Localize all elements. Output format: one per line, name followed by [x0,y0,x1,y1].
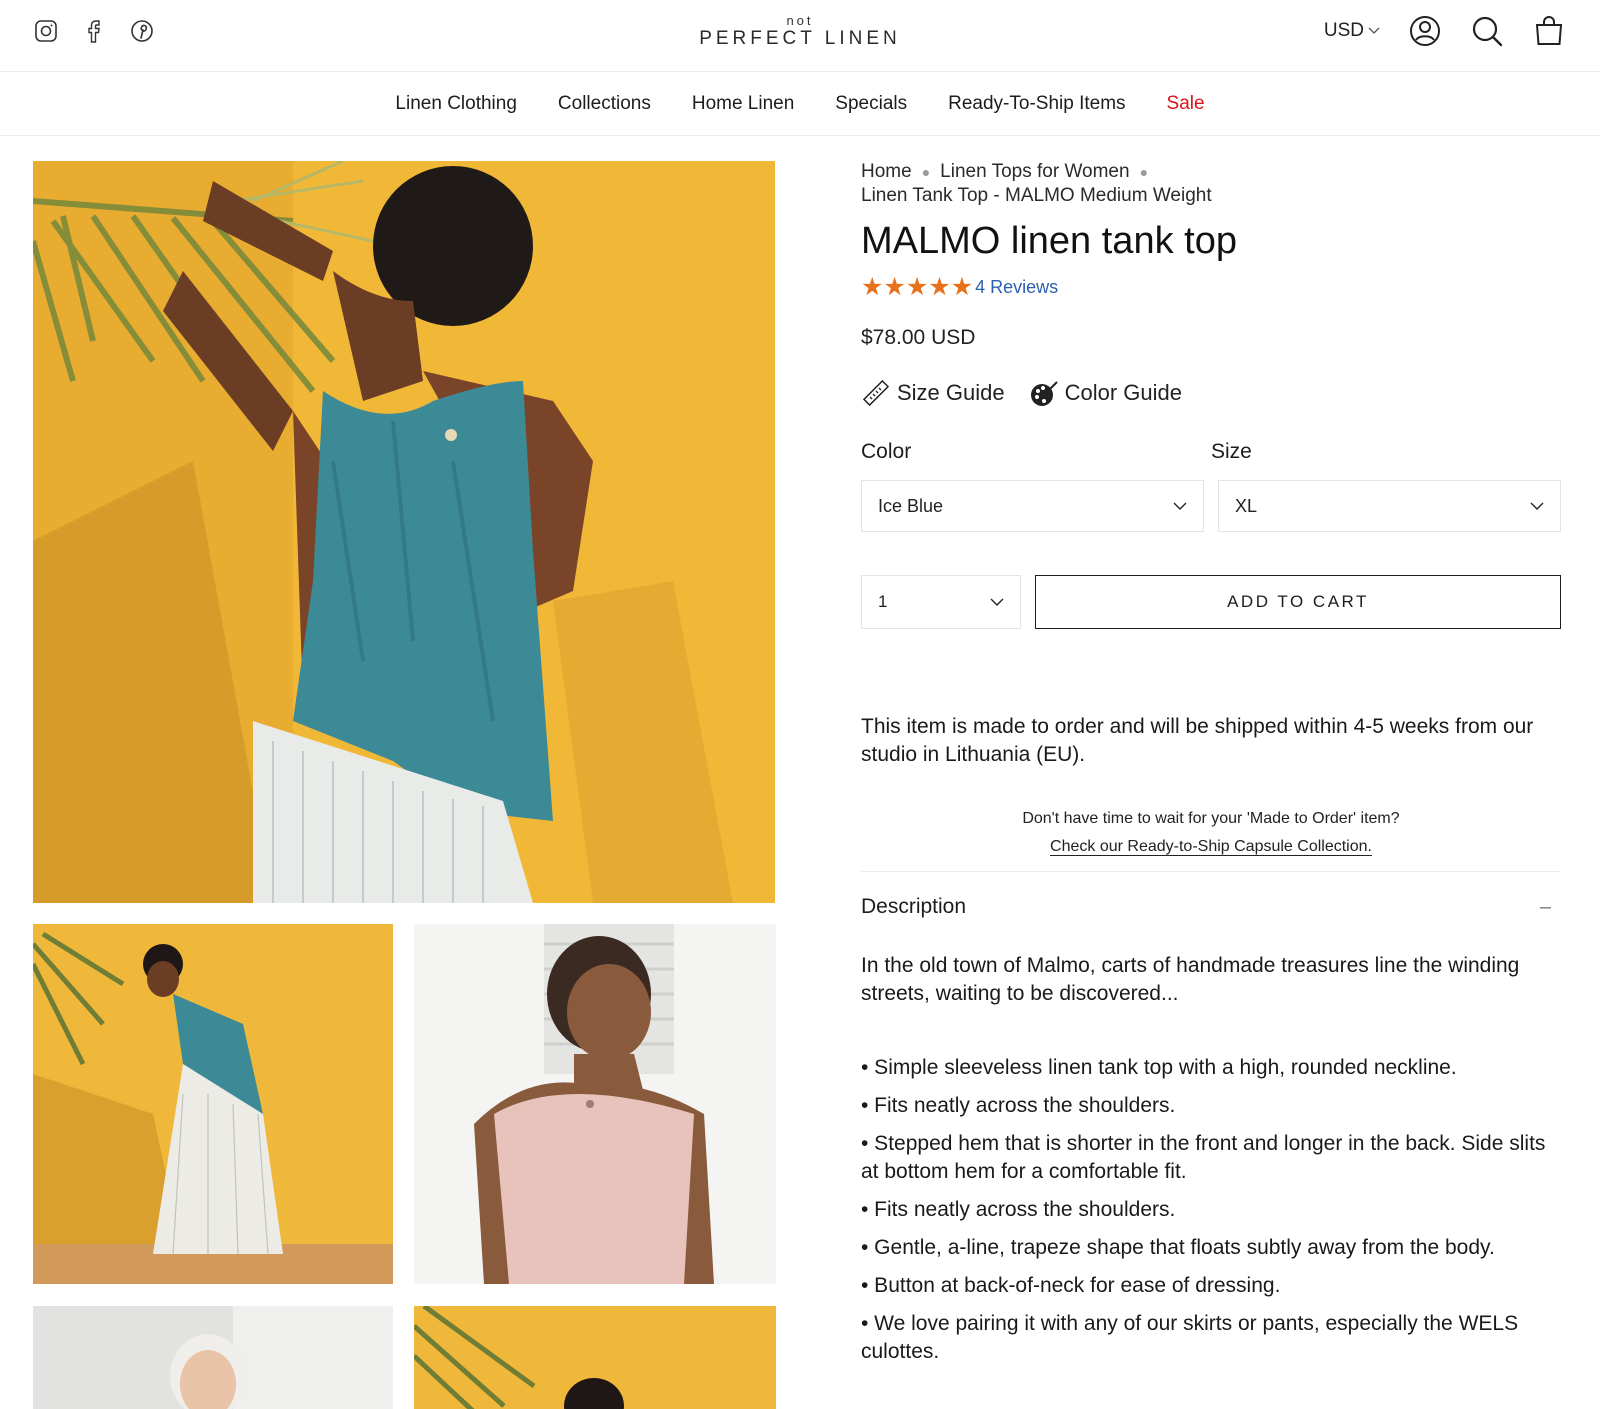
description-heading: Description [861,895,967,918]
collapse-icon[interactable]: – [1540,896,1551,919]
feature-item: • Stepped hem that is shorter in the fro… [861,1132,1546,1183]
product-rating[interactable]: ★ ★ ★ ★ ★ 4 Reviews [861,274,1561,300]
feature-item: • Gentle, a-line, trapeze shape that flo… [861,1236,1495,1259]
quantity-select[interactable]: 1 [861,575,1021,629]
currency-selector[interactable]: USD [1324,20,1380,42]
star-icon: ★ [950,273,974,301]
color-select[interactable]: Ice Blue [861,480,1204,532]
currency-label: USD [1323,20,1364,41]
variant-selects: Ice Blue XL [861,480,1561,532]
size-select-value: XL [1235,495,1258,516]
ready-to-ship-link[interactable]: Check our Ready-to-Ship Capsule Collecti… [1050,838,1372,855]
made-to-order-notice: This item is made to order and will be s… [861,715,1534,766]
size-guide-link[interactable]: Size Guide [861,378,1005,408]
color-option-label: Color [861,440,912,463]
star-icon: ★ [861,273,884,301]
guide-links: Size Guide Color Guide [861,378,1561,408]
product-thumbnail-1[interactable] [33,924,393,1284]
size-guide-label: Size Guide [897,380,1005,405]
description-accordion-header[interactable]: Description – [861,872,1561,942]
chevron-down-icon [1368,27,1380,34]
reviews-link[interactable]: 4 Reviews [975,277,1058,298]
breadcrumb: Home ● Linen Tops for Women ● Linen Tank To… [861,160,1561,208]
breadcrumb-separator: ● [921,164,931,180]
feature-item: • We love pairing it with any of our ski… [861,1312,1519,1363]
account-icon[interactable] [1408,14,1442,48]
wait-question: Don't have time to wait for your 'Made t… [1022,810,1400,827]
nav-collections[interactable]: Collections [558,93,651,115]
nav-sale[interactable]: Sale [1167,93,1205,115]
main-product-image[interactable] [33,161,775,903]
breadcrumb-category[interactable]: Linen Tops for Women [940,161,1129,182]
product-title: MALMO linen tank top [861,220,1237,262]
ruler-icon [862,379,890,407]
add-to-cart-row: 1 ADD TO CART [861,575,1561,629]
top-header: not PERFECT LINEN USD [0,0,1600,72]
product-thumbnail-2[interactable] [414,924,776,1284]
chevron-down-icon [990,598,1004,606]
main-nav: Linen Clothing Collections Home Linen Sp… [0,72,1600,136]
header-tools: USD [1324,14,1566,48]
size-select[interactable]: XL [1218,480,1561,532]
feature-item: • Simple sleeveless linen tank top with … [861,1056,1457,1079]
product-thumbnail-4[interactable] [414,1306,776,1409]
nav-home-linen[interactable]: Home Linen [692,93,794,115]
breadcrumb-current: Linen Tank Top - MALMO Medium Weight [861,185,1212,206]
color-select-value: Ice Blue [878,495,944,516]
cart-bag-icon[interactable] [1532,14,1566,48]
product-price: $78.00 USD [861,326,976,349]
feature-item: • Button at back-of-neck for ease of dre… [861,1274,1281,1297]
nav-linen-clothing[interactable]: Linen Clothing [395,93,516,115]
nav-ready-to-ship[interactable]: Ready-To-Ship Items [948,93,1125,115]
add-to-cart-button[interactable]: ADD TO CART [1035,575,1561,629]
quantity-value: 1 [878,592,888,611]
breadcrumb-home[interactable]: Home [861,161,912,182]
size-option-label: Size [1211,440,1252,463]
breadcrumb-separator: ● [1139,164,1149,180]
chevron-down-icon [1173,502,1187,510]
star-icon: ★ [928,273,951,301]
option-labels: Color Size [861,440,1561,464]
star-icon: ★ [883,273,906,301]
product-info: Home ● Linen Tops for Women ● Linen Tank To… [861,160,1561,1376]
search-icon[interactable] [1470,14,1504,48]
palette-icon [1030,381,1058,406]
chevron-down-icon [1530,502,1544,510]
feature-item: • Fits neatly across the shoulders. [861,1094,1176,1117]
ready-to-ship-notice: Don't have time to wait for your 'Made t… [861,805,1561,861]
color-guide-link[interactable]: Color Guide [1029,378,1182,408]
rating-stars: ★ ★ ★ ★ ★ [861,274,973,300]
star-icon: ★ [905,273,929,301]
product-thumbnail-3[interactable] [33,1306,393,1409]
nav-specials[interactable]: Specials [835,93,907,115]
feature-item: • Fits neatly across the shoulders. [861,1198,1176,1221]
color-guide-label: Color Guide [1064,380,1183,405]
feature-list: • Simple sleeveless linen tank top with … [861,1054,1561,1366]
description-intro: In the old town of Malmo, carts of handm… [861,954,1520,1005]
